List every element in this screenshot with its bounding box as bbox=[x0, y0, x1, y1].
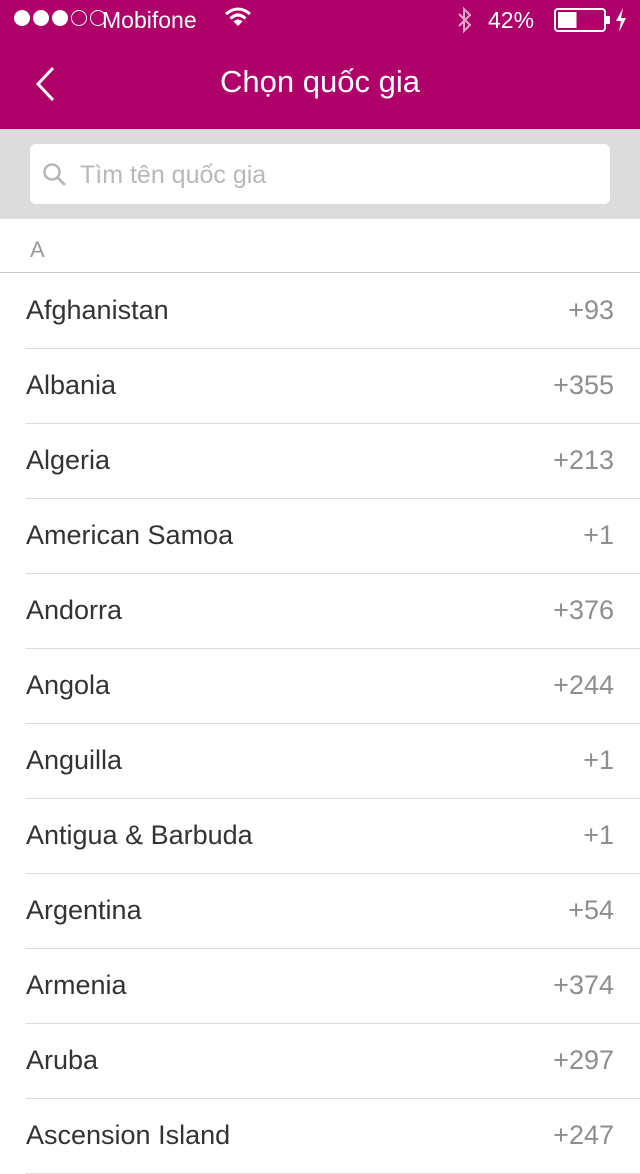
status-bar: Mobifone 42% bbox=[0, 0, 640, 40]
country-row[interactable]: Ascension Island +247 bbox=[0, 1099, 640, 1174]
dial-code: +93 bbox=[568, 295, 614, 325]
dial-code: +1 bbox=[583, 520, 614, 550]
country-name: American Samoa bbox=[26, 520, 234, 550]
charging-bolt-icon bbox=[614, 7, 628, 39]
country-row[interactable]: Antigua & Barbuda +1 bbox=[0, 799, 640, 874]
country-name: Algeria bbox=[26, 445, 111, 475]
wifi-icon bbox=[224, 6, 252, 34]
search-box[interactable] bbox=[30, 144, 610, 204]
country-name: Angola bbox=[26, 670, 111, 700]
country-name: Armenia bbox=[26, 970, 127, 1000]
country-row[interactable]: Aruba +297 bbox=[0, 1024, 640, 1099]
app-header: Mobifone 42% Chọn quốc gia bbox=[0, 0, 640, 129]
dial-code: +213 bbox=[553, 445, 614, 475]
battery-icon bbox=[554, 8, 612, 38]
dial-code: +244 bbox=[553, 670, 614, 700]
signal-strength-icon bbox=[14, 10, 106, 26]
country-name: Anguilla bbox=[26, 745, 123, 775]
country-row[interactable]: Albania +355 bbox=[0, 349, 640, 424]
country-list: Afghanistan +93 Albania +355 Algeria +213 A… bbox=[0, 274, 640, 1174]
page-title: Chọn quốc gia bbox=[220, 64, 420, 99]
country-name: Albania bbox=[26, 370, 117, 400]
section-header: A bbox=[0, 219, 640, 273]
dial-code: +376 bbox=[553, 595, 614, 625]
country-name: Argentina bbox=[26, 895, 142, 925]
battery-percent: 42% bbox=[488, 7, 535, 33]
dial-code: +54 bbox=[568, 895, 614, 925]
country-row[interactable]: American Samoa +1 bbox=[0, 499, 640, 574]
search-input[interactable] bbox=[78, 154, 602, 196]
dial-code: +1 bbox=[583, 745, 614, 775]
country-name: Antigua & Barbuda bbox=[26, 820, 253, 850]
dial-code: +374 bbox=[553, 970, 614, 1000]
country-row[interactable]: Algeria +213 bbox=[0, 424, 640, 499]
country-name: Andorra bbox=[26, 595, 123, 625]
country-row[interactable]: Anguilla +1 bbox=[0, 724, 640, 799]
dial-code: +355 bbox=[553, 370, 614, 400]
country-row[interactable]: Argentina +54 bbox=[0, 874, 640, 949]
country-row[interactable]: Armenia +374 bbox=[0, 949, 640, 1024]
section-letter: A bbox=[30, 237, 45, 262]
country-row[interactable]: Afghanistan +93 bbox=[0, 274, 640, 349]
bluetooth-icon bbox=[456, 6, 474, 40]
dial-code: +297 bbox=[553, 1045, 614, 1075]
dial-code: +1 bbox=[583, 820, 614, 850]
country-row[interactable]: Andorra +376 bbox=[0, 574, 640, 649]
country-row[interactable]: Angola +244 bbox=[0, 649, 640, 724]
search-bar-container bbox=[0, 129, 640, 219]
search-icon bbox=[42, 162, 68, 193]
country-name: Aruba bbox=[26, 1045, 99, 1075]
carrier-name: Mobifone bbox=[102, 7, 197, 33]
country-name: Afghanistan bbox=[26, 295, 169, 325]
